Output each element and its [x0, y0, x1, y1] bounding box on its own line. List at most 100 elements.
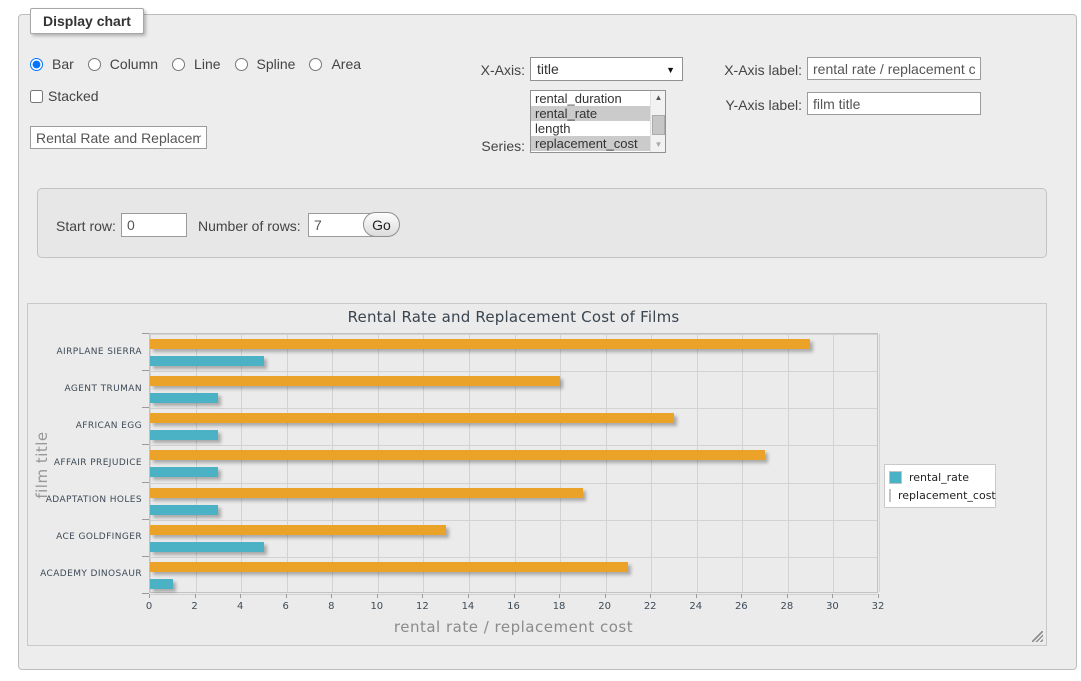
gridline-vertical [606, 334, 607, 592]
bar-replacement_cost [150, 488, 583, 498]
x-axis-selected-value: title [537, 61, 559, 77]
x-axis-select[interactable]: title ▼ [530, 57, 683, 81]
start-row-label: Start row: [56, 218, 116, 234]
y-tick-mark [142, 370, 149, 371]
gridline-vertical [833, 334, 834, 592]
gridline-vertical [697, 334, 698, 592]
x-tick-mark [195, 594, 196, 598]
y-category-label: AIRPLANE SIERRA [28, 347, 142, 357]
x-tick-label: 16 [499, 601, 529, 612]
stacked-checkbox[interactable] [30, 90, 43, 103]
x-tick-label: 18 [544, 601, 574, 612]
x-tick-label: 28 [772, 601, 802, 612]
y-tick-mark [142, 593, 149, 594]
y-tick-mark [142, 556, 149, 557]
chart-title: Rental Rate and Replacement Cost of Film… [149, 308, 878, 326]
chart-legend: rental_ratereplacement_cost [884, 464, 996, 508]
x-tick-label: 32 [863, 601, 893, 612]
x-tick-mark [286, 594, 287, 598]
num-rows-label: Number of rows: [198, 218, 301, 234]
x-axis-title: rental rate / replacement cost [149, 618, 878, 636]
gridline-horizontal [150, 557, 877, 558]
chart-type-label-column: Column [110, 56, 158, 72]
legend-row: rental_rate [889, 468, 991, 486]
gridline-vertical [287, 334, 288, 592]
y-axis-label-input[interactable] [807, 92, 981, 115]
bar-replacement_cost [150, 562, 628, 572]
bar-replacement_cost [150, 450, 765, 460]
listbox-scrollbar[interactable]: ▲ ▼ [650, 91, 665, 152]
series-select-label: Series: [455, 138, 525, 154]
gridline-vertical [241, 334, 242, 592]
scroll-down-icon[interactable]: ▼ [651, 138, 666, 152]
resize-handle-icon[interactable] [1032, 631, 1043, 642]
chevron-down-icon: ▼ [666, 65, 675, 75]
gridline-vertical [332, 334, 333, 592]
x-tick-label: 22 [635, 601, 665, 612]
row-range-panel: Start row: Number of rows: Go [37, 188, 1047, 258]
x-tick-mark [832, 594, 833, 598]
x-tick-mark [422, 594, 423, 598]
series-option-length[interactable]: length [531, 121, 665, 136]
chart-type-radio-line[interactable] [172, 58, 185, 71]
gridline-vertical [423, 334, 424, 592]
gridline-vertical [879, 334, 880, 592]
y-category-label: ADAPTATION HOLES [28, 495, 142, 505]
x-axis-label-input[interactable] [807, 57, 981, 80]
chart-type-radio-bar[interactable] [30, 58, 43, 71]
chart-type-radio-group: Bar Column Line Spline Area [30, 56, 369, 72]
chart-type-label-spline: Spline [257, 56, 296, 72]
x-tick-mark [878, 594, 879, 598]
y-tick-mark [142, 333, 149, 334]
scroll-up-icon[interactable]: ▲ [651, 91, 666, 105]
x-tick-mark [240, 594, 241, 598]
x-tick-mark [696, 594, 697, 598]
start-row-input[interactable] [121, 213, 187, 237]
scrollbar-thumb[interactable] [652, 115, 665, 135]
series-option-rental_rate[interactable]: rental_rate [531, 106, 665, 121]
chart-title-input[interactable] [30, 126, 207, 149]
x-tick-mark [787, 594, 788, 598]
chart-container: Rental Rate and Replacement Cost of Film… [27, 303, 1047, 646]
series-option-rental_duration[interactable]: rental_duration [531, 91, 665, 106]
chart-type-label-bar: Bar [52, 56, 74, 72]
chart-type-label-line: Line [194, 56, 220, 72]
chart-type-radio-column[interactable] [88, 58, 101, 71]
x-tick-label: 4 [225, 601, 255, 612]
x-tick-label: 12 [407, 601, 437, 612]
x-tick-mark [331, 594, 332, 598]
bar-rental_rate [150, 467, 218, 477]
y-tick-mark [142, 444, 149, 445]
chart-type-radio-spline[interactable] [235, 58, 248, 71]
y-tick-mark [142, 482, 149, 483]
bar-rental_rate [150, 505, 218, 515]
x-axis-select-label: X-Axis: [455, 62, 525, 78]
y-category-label: AFRICAN EGG [28, 421, 142, 431]
y-tick-mark [142, 519, 149, 520]
x-tick-mark [149, 594, 150, 598]
gridline-horizontal [150, 445, 877, 446]
stacked-label: Stacked [48, 88, 99, 104]
bar-replacement_cost [150, 413, 674, 423]
y-category-label: AGENT TRUMAN [28, 384, 142, 394]
gridline-vertical [788, 334, 789, 592]
gridline-vertical [742, 334, 743, 592]
bar-replacement_cost [150, 525, 446, 535]
x-tick-mark [741, 594, 742, 598]
bar-rental_rate [150, 393, 218, 403]
x-tick-mark [559, 594, 560, 598]
y-axis-label-label: Y-Axis label: [712, 97, 802, 113]
plot-area [149, 333, 878, 593]
series-multiselect[interactable]: rental_durationrental_ratelengthreplacem… [530, 90, 666, 153]
legend-label-rental_rate: rental_rate [909, 471, 969, 484]
chart-type-label-area: Area [331, 56, 361, 72]
gridline-horizontal [150, 483, 877, 484]
gridline-vertical [469, 334, 470, 592]
bar-rental_rate [150, 542, 264, 552]
go-button[interactable]: Go [363, 212, 400, 237]
gridline-vertical [515, 334, 516, 592]
bar-rental_rate [150, 579, 173, 589]
y-category-label: AFFAIR PREJUDICE [28, 458, 142, 468]
series-option-replacement_cost[interactable]: replacement_cost [531, 136, 665, 151]
chart-type-radio-area[interactable] [309, 58, 322, 71]
